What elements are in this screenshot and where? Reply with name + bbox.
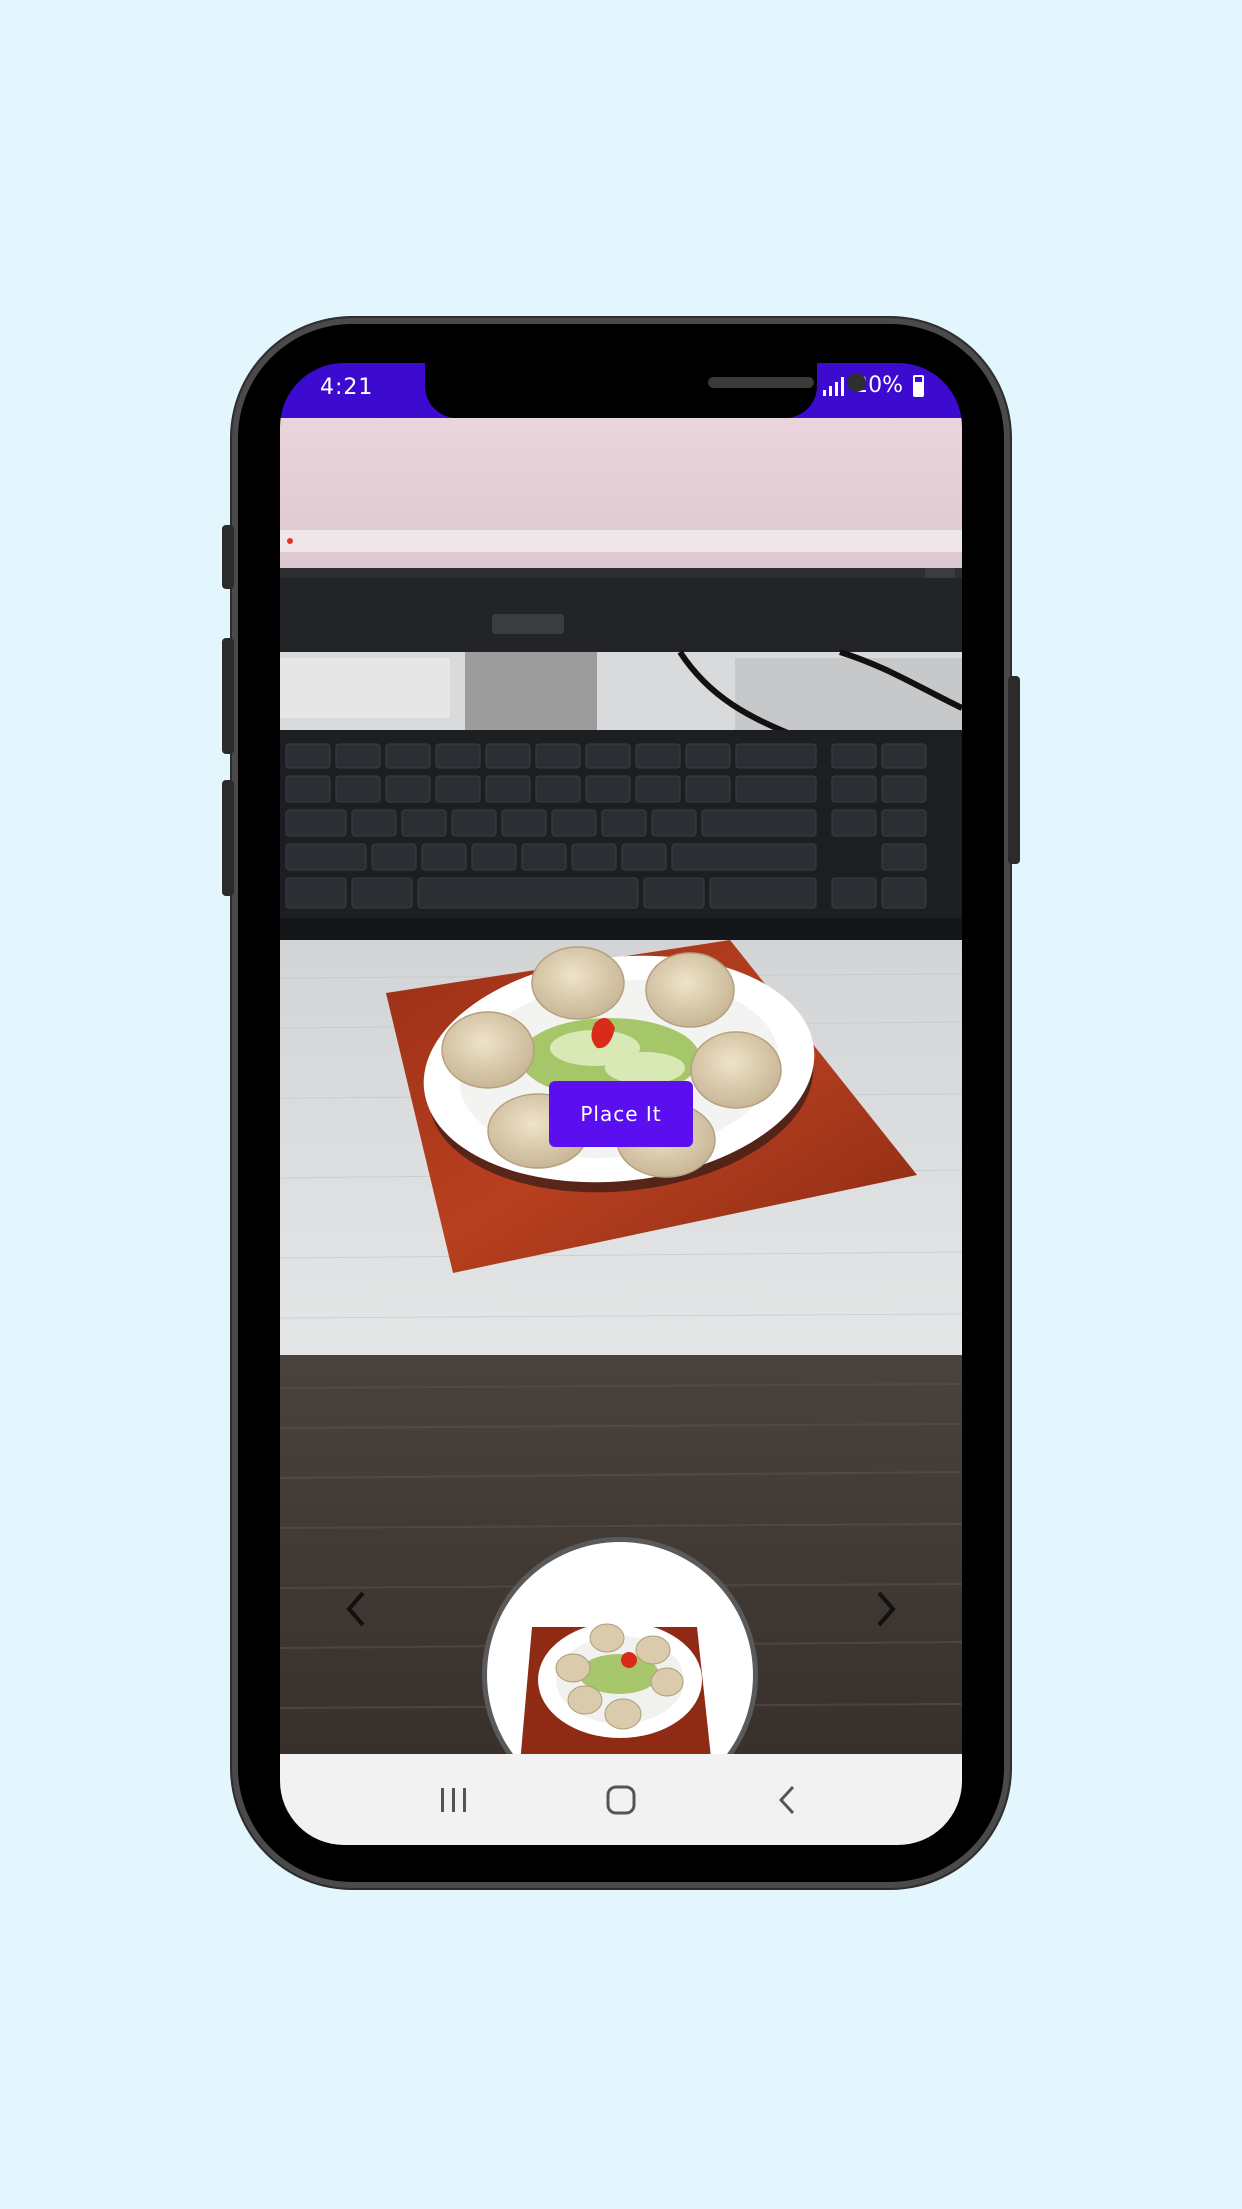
back-button[interactable] xyxy=(758,1770,818,1830)
battery-icon xyxy=(913,374,924,397)
phone-screen: 4:21 20% Place It xyxy=(280,363,962,1845)
monitor-bezel xyxy=(280,568,962,652)
previous-model-button[interactable] xyxy=(330,1583,382,1635)
phone-volume-up-button xyxy=(222,638,234,754)
home-icon xyxy=(606,1785,636,1814)
chevron-left-icon xyxy=(346,1591,365,1627)
ar-camera-view[interactable]: Place It xyxy=(280,418,962,1754)
monitor-logo xyxy=(492,614,564,634)
recents-button[interactable] xyxy=(424,1770,484,1830)
place-it-button[interactable]: Place It xyxy=(549,1081,693,1147)
monitor-ide-tabs xyxy=(280,530,962,552)
back-icon xyxy=(779,1785,795,1814)
earpiece-speaker xyxy=(708,377,814,388)
status-indicators: 20% xyxy=(823,373,924,398)
home-button[interactable] xyxy=(591,1770,651,1830)
phone-power-button xyxy=(1008,676,1020,864)
phone-volume-down-button xyxy=(222,780,234,896)
next-model-button[interactable] xyxy=(860,1583,912,1635)
system-navigation-bar xyxy=(280,1754,962,1845)
chevron-right-icon xyxy=(877,1591,896,1627)
status-time: 4:21 xyxy=(320,375,374,400)
notch xyxy=(425,363,866,418)
phone-side-button xyxy=(222,525,234,589)
monitor-stand xyxy=(465,652,597,742)
front-camera xyxy=(847,373,866,392)
signal-icon xyxy=(823,376,845,396)
recents-icon xyxy=(440,1787,466,1812)
